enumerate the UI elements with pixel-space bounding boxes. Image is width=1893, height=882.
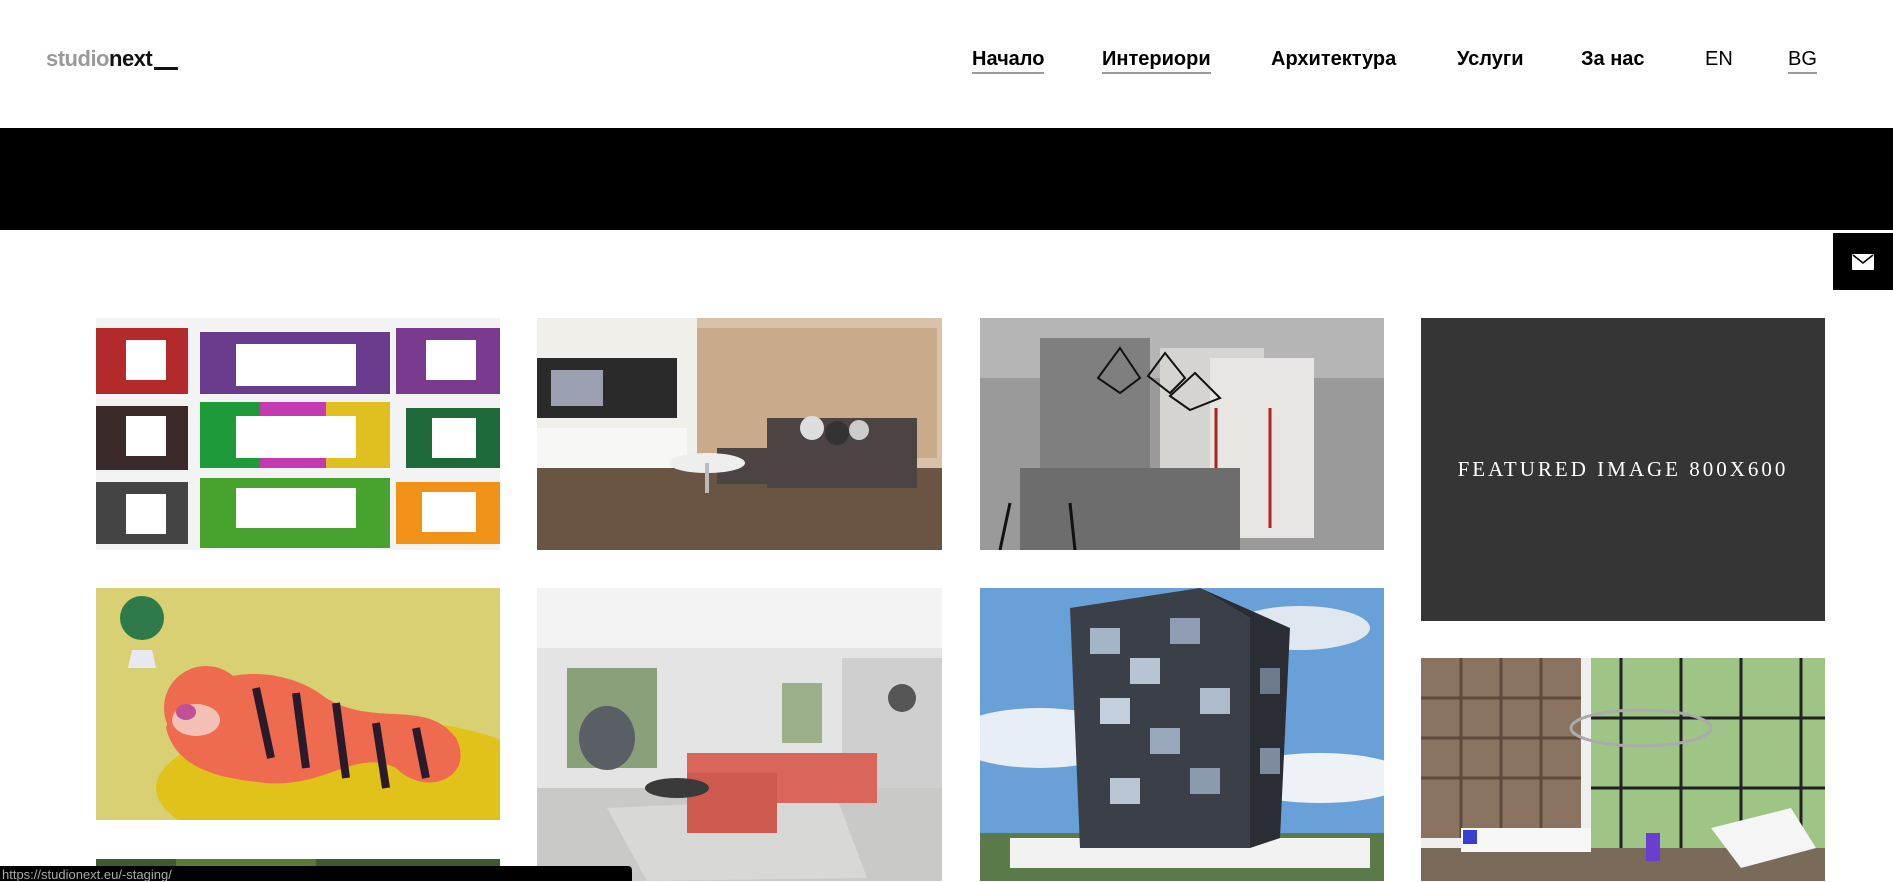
browser-status-bar: https://studionext.eu/-staging/ (0, 866, 632, 882)
project-image (980, 318, 1384, 550)
nav-item-interiors[interactable]: Интериори (1102, 48, 1211, 74)
status-url: https://studionext.eu/-staging/ (2, 867, 172, 882)
project-image (980, 588, 1384, 881)
project-image (96, 588, 500, 820)
contact-button[interactable] (1833, 233, 1893, 290)
nav-item-services[interactable]: Услуги (1457, 48, 1524, 71)
main-nav: Начало Интериори Архитектура Услуги За н… (0, 48, 1893, 78)
gallery-item-featured-placeholder[interactable]: FEATURED IMAGE 800X600 (1421, 318, 1825, 621)
project-image (1421, 658, 1825, 881)
gallery-item-red-sofa[interactable] (537, 588, 942, 881)
gallery-item-kitchen[interactable] (980, 318, 1384, 550)
lang-en-link[interactable]: EN (1705, 48, 1733, 71)
project-image (537, 318, 942, 550)
nav-item-about[interactable]: За нас (1581, 48, 1645, 71)
gallery-item-living-room[interactable] (537, 318, 942, 550)
project-image (96, 318, 500, 550)
featured-placeholder-text: FEATURED IMAGE 800X600 (1457, 457, 1789, 481)
gallery-item-piano-room[interactable] (1421, 658, 1825, 881)
project-image (537, 588, 942, 881)
envelope-icon (1852, 253, 1874, 270)
gallery-item-colorful-benches[interactable] (96, 318, 500, 550)
nav-item-architecture[interactable]: Архитектура (1271, 48, 1396, 71)
hero-banner (0, 128, 1893, 230)
gallery-item-tiger-toy[interactable] (96, 588, 500, 820)
nav-item-home[interactable]: Начало (972, 48, 1045, 74)
lang-bg-link[interactable]: BG (1788, 48, 1817, 74)
site-header: studio next Начало Интериори Архитектура … (0, 0, 1893, 128)
gallery-item-building[interactable] (980, 588, 1384, 881)
